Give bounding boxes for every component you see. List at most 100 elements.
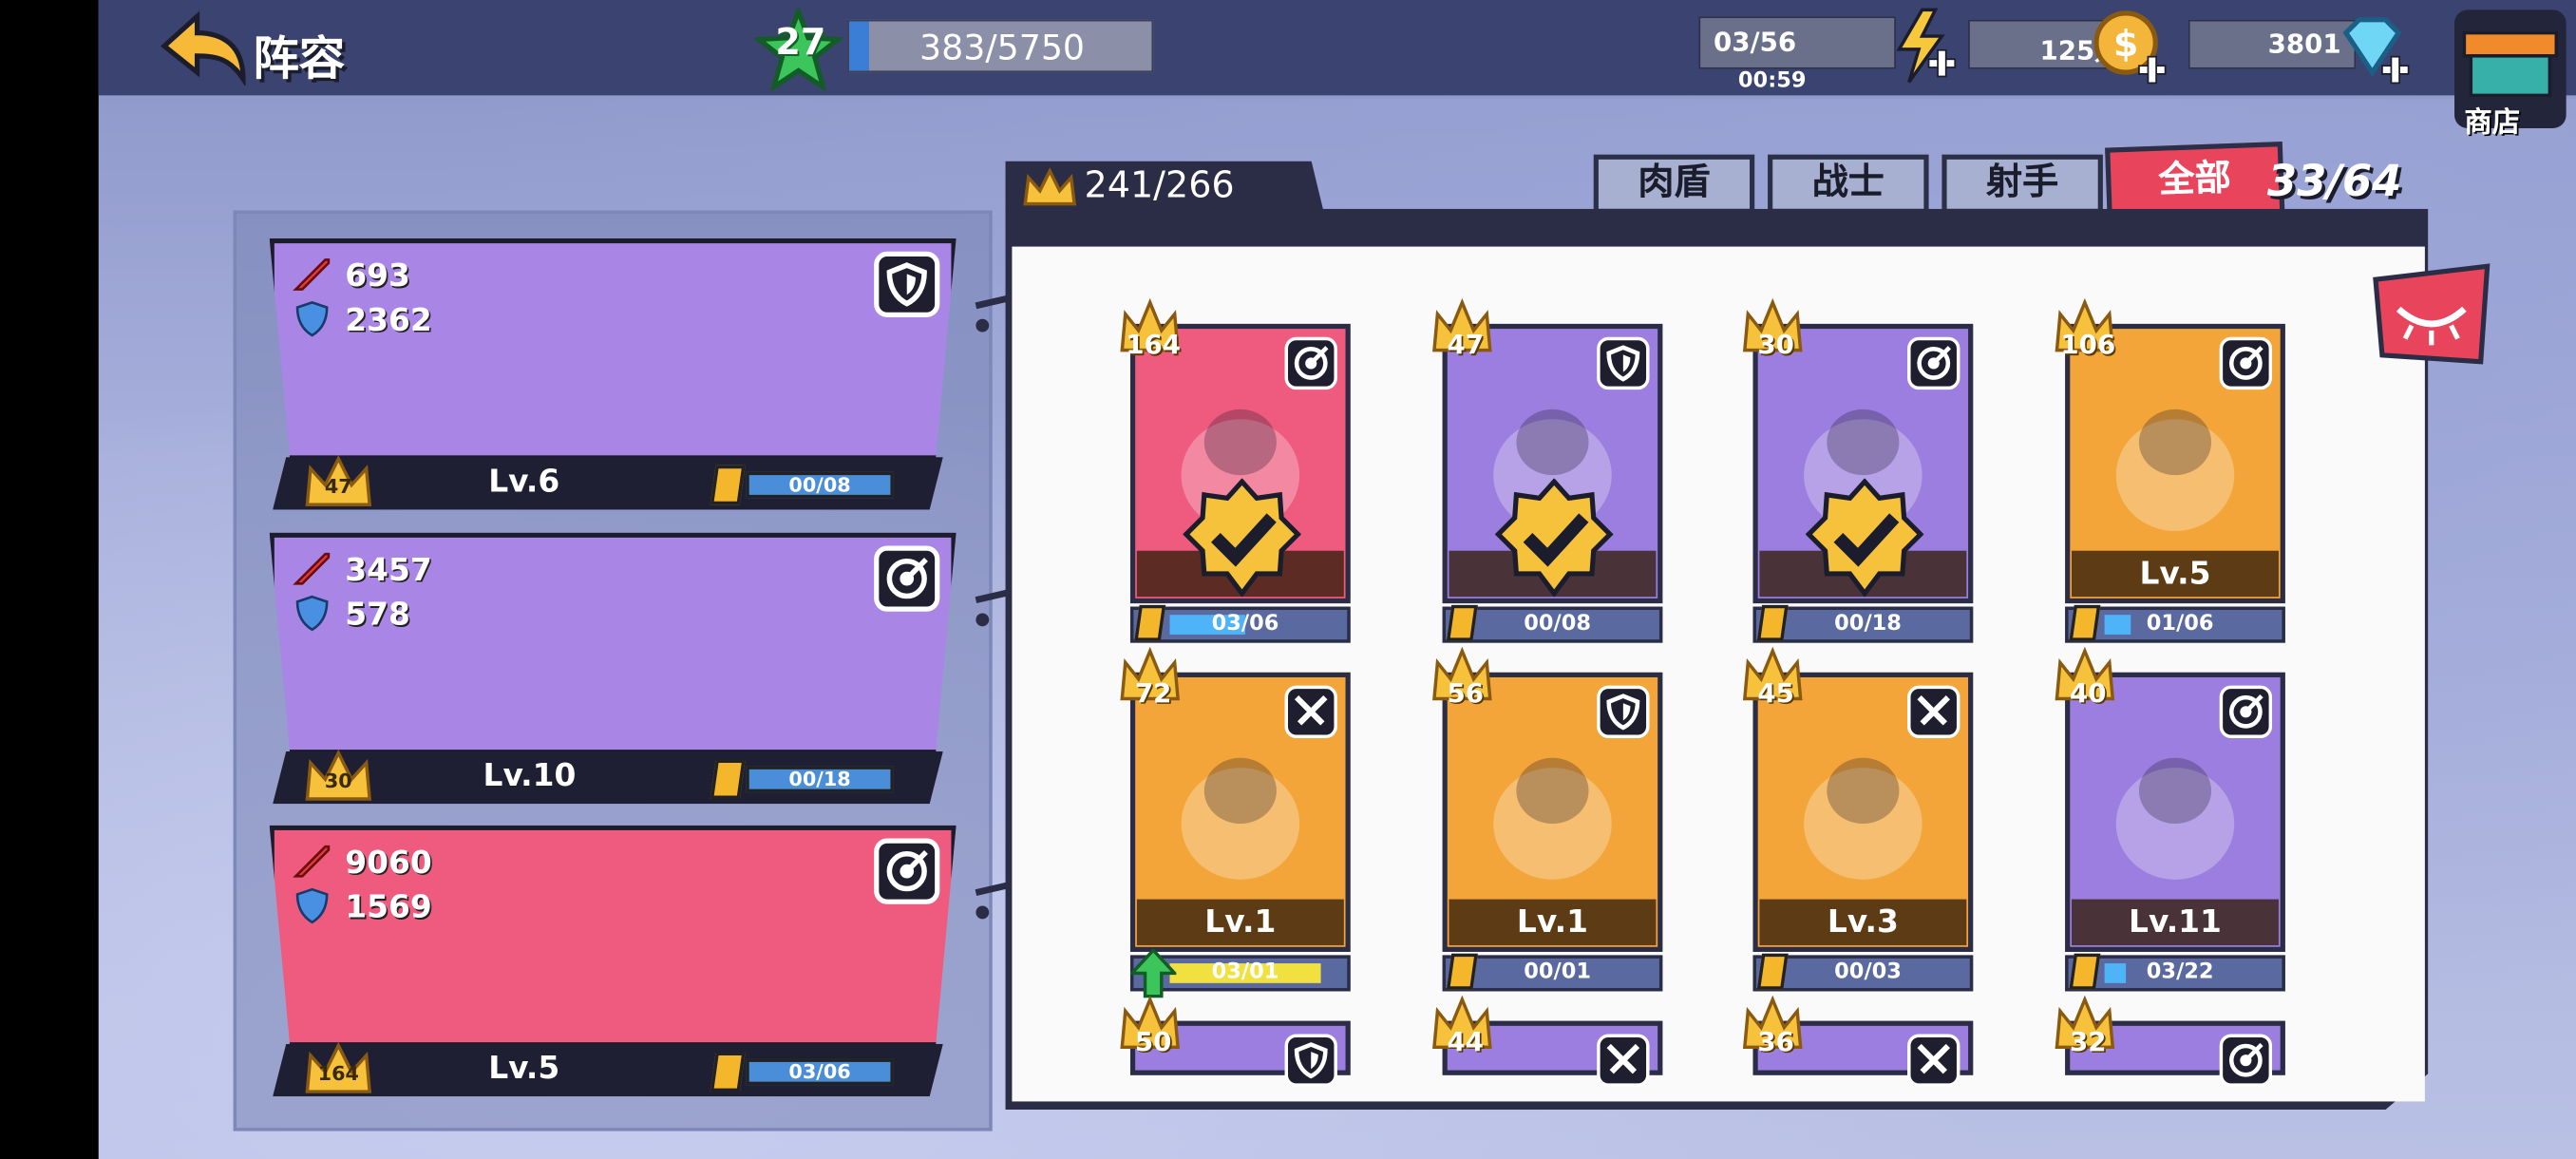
tab-archer[interactable]: 射手 bbox=[1941, 154, 2103, 214]
tab-tank[interactable]: 肉盾 bbox=[1593, 154, 1755, 214]
crown-total: 241/266 bbox=[1084, 165, 1235, 208]
hero-shards: 00/18 bbox=[1834, 611, 1902, 636]
energy-add-icon[interactable] bbox=[1889, 7, 1959, 86]
hero-card[interactable]: Lv.1 00/01 56 bbox=[1432, 646, 1663, 992]
target-icon bbox=[2219, 685, 2273, 738]
shield-icon bbox=[1284, 1034, 1337, 1087]
team-attack: 3457 bbox=[345, 552, 432, 589]
hero-shards: 03/22 bbox=[2146, 960, 2214, 985]
hero-card[interactable]: Lv.1 03/01 72 bbox=[1120, 646, 1351, 998]
hero-portrait bbox=[1181, 757, 1300, 880]
shard-icon bbox=[710, 1052, 746, 1092]
selected-check-icon bbox=[1494, 478, 1614, 598]
hero-card[interactable]: 36 bbox=[1742, 995, 1974, 1087]
shard-icon bbox=[1134, 604, 1166, 641]
exp-bar: 383/5750 bbox=[847, 19, 1154, 73]
team-slot-3[interactable]: 9060 1569 164 Lv.5 03/06 bbox=[269, 825, 957, 1105]
hero-card[interactable]: Lv.11 03/22 40 bbox=[2055, 646, 2285, 992]
hide-toggle-button[interactable] bbox=[2373, 263, 2491, 365]
hero-crown: 40 bbox=[2070, 676, 2107, 709]
shard-icon bbox=[710, 759, 746, 800]
shard-icon bbox=[1446, 953, 1478, 990]
team-defense: 1569 bbox=[345, 889, 432, 926]
tab-warrior[interactable]: 战士 bbox=[1768, 154, 1929, 214]
upgrade-arrow-icon bbox=[1129, 948, 1177, 998]
hero-card[interactable]: 50 bbox=[1120, 995, 1351, 1087]
crown-icon bbox=[1023, 167, 1077, 206]
shield-icon bbox=[1597, 685, 1650, 738]
hero-crown: 50 bbox=[1134, 1025, 1172, 1057]
hero-card[interactable]: 00/18 30 bbox=[1742, 297, 1974, 643]
hero-crown: 56 bbox=[1447, 676, 1485, 709]
target-icon bbox=[1907, 336, 1960, 390]
hero-shards: 00/01 bbox=[1524, 960, 1592, 985]
shard-icon bbox=[1756, 604, 1789, 641]
team-crown: 164 bbox=[317, 1061, 359, 1086]
swords-icon bbox=[1907, 1034, 1960, 1087]
team-slot-1[interactable]: 693 2362 47 Lv.6 00/08 bbox=[269, 238, 957, 518]
hero-crown: 30 bbox=[1757, 329, 1794, 360]
attack-icon bbox=[293, 552, 331, 585]
hero-card[interactable]: 32 bbox=[2055, 995, 2285, 1087]
energy-counter: 03/56 bbox=[1698, 16, 1896, 69]
hero-level: Lv.11 bbox=[2129, 903, 2222, 940]
target-icon bbox=[1284, 336, 1337, 390]
shard-icon bbox=[2069, 604, 2101, 641]
hero-crown: 164 bbox=[1126, 329, 1182, 360]
hero-crown: 44 bbox=[1447, 1025, 1485, 1057]
hero-portrait bbox=[1493, 757, 1612, 880]
hero-crown: 72 bbox=[1134, 676, 1172, 709]
hero-card[interactable]: 03/06 164 bbox=[1120, 297, 1351, 643]
hero-card[interactable]: Lv.3 00/03 45 bbox=[1742, 646, 1974, 992]
team-level: Lv.5 bbox=[488, 1050, 560, 1087]
hero-shards: 01/06 bbox=[2146, 611, 2214, 636]
shop-button[interactable]: 商店 bbox=[2448, 3, 2572, 140]
target-icon bbox=[874, 545, 940, 612]
tab-all[interactable]: 全部 bbox=[2105, 142, 2285, 220]
hero-crown: 106 bbox=[2060, 329, 2116, 360]
exp-text: 383/5750 bbox=[919, 28, 1086, 67]
gem-text: 3801 bbox=[2267, 28, 2341, 60]
swords-icon bbox=[1597, 1034, 1650, 1087]
hero-card[interactable]: Lv.5 01/06 106 bbox=[2055, 297, 2285, 643]
hero-crown: 45 bbox=[1757, 676, 1794, 709]
selected-check-icon bbox=[1183, 478, 1301, 598]
defense-icon bbox=[295, 301, 329, 337]
team-attack: 9060 bbox=[345, 845, 432, 882]
shard-icon bbox=[1756, 953, 1789, 990]
gem-add-icon[interactable] bbox=[2336, 13, 2412, 86]
page-title: 阵容 bbox=[253, 30, 346, 86]
hero-crown: 32 bbox=[2070, 1025, 2107, 1057]
team-slot-2[interactable]: 3457 578 30 Lv.10 00/18 bbox=[269, 532, 957, 812]
shop-label: 商店 bbox=[2464, 106, 2521, 141]
hero-shards: 00/03 bbox=[1834, 960, 1902, 985]
collection-count: 33/64 bbox=[2266, 158, 2402, 208]
hero-crown: 47 bbox=[1447, 329, 1485, 360]
defense-icon bbox=[295, 595, 329, 632]
hero-shards: 00/08 bbox=[1524, 611, 1592, 636]
attack-icon bbox=[293, 845, 331, 878]
target-icon bbox=[2219, 1034, 2273, 1087]
shield-icon bbox=[874, 251, 940, 317]
team-defense: 578 bbox=[345, 597, 410, 634]
team-shards: 03/06 bbox=[788, 1060, 851, 1084]
team-shard-bar: 00/18 bbox=[746, 766, 894, 793]
player-level: 27 bbox=[775, 23, 826, 65]
target-icon bbox=[2219, 336, 2273, 390]
hero-card[interactable]: 00/08 47 bbox=[1432, 297, 1663, 643]
gold-add-icon[interactable]: $ bbox=[2093, 10, 2169, 86]
team-level: Lv.10 bbox=[483, 757, 577, 794]
team-crown: 30 bbox=[324, 769, 352, 793]
energy-text: 03/56 bbox=[1713, 26, 1797, 58]
svg-text:$: $ bbox=[2113, 23, 2138, 65]
back-button[interactable]: 阵容 bbox=[158, 10, 371, 86]
team-shards: 00/08 bbox=[788, 473, 851, 497]
hero-portrait bbox=[2115, 408, 2235, 531]
team-shard-bar: 00/08 bbox=[746, 471, 894, 499]
target-icon bbox=[874, 838, 940, 904]
selected-check-icon bbox=[1805, 478, 1924, 598]
hero-level: Lv.1 bbox=[1516, 903, 1588, 940]
hero-card[interactable]: 44 bbox=[1432, 995, 1663, 1087]
back-arrow-icon bbox=[160, 10, 246, 86]
defense-icon bbox=[295, 887, 329, 924]
